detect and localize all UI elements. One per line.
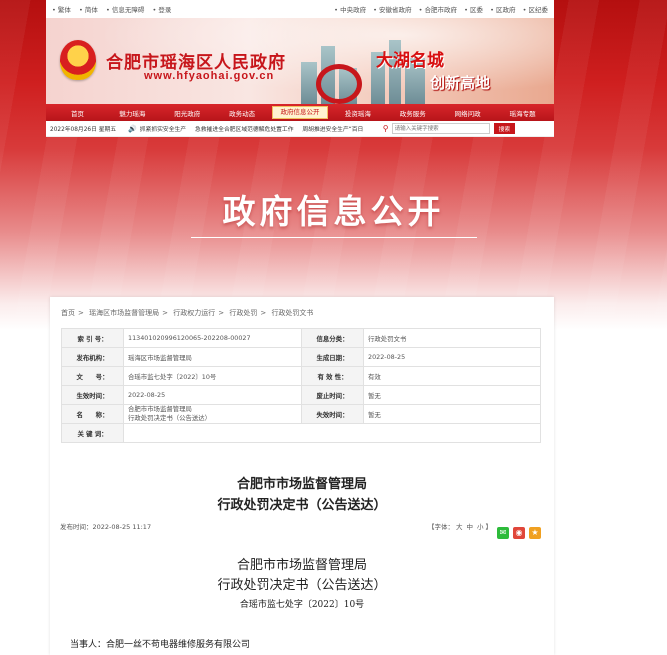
link-central-gov[interactable]: • 中央政府 xyxy=(334,6,366,14)
link-accessibility[interactable]: • 信息无障碍 xyxy=(106,6,144,14)
breadcrumb-penalty-doc[interactable]: 行政处罚文书 xyxy=(271,309,313,317)
link-simplified[interactable]: • 简体 xyxy=(79,6,98,14)
gen-date-value: 2022-08-25 xyxy=(363,347,541,367)
link-district-discipline[interactable]: • 区纪委 xyxy=(523,6,548,14)
document-title-line2: 行政处罚决定书（公告送达） xyxy=(217,498,387,513)
category-label: 信息分类： xyxy=(301,328,364,348)
slogan-secondary: 创新高地 xyxy=(430,74,491,92)
nav-special-topics[interactable]: 瑶海专题 xyxy=(495,108,550,118)
link-hefei-gov[interactable]: • 合肥市政府 xyxy=(419,6,457,14)
weibo-icon[interactable]: ◉ xyxy=(513,527,525,539)
party-statement: 当事人：合肥一丝不苟电器维修服务有限公司 xyxy=(70,640,251,650)
nav-gov-services[interactable]: 政务服务 xyxy=(385,108,440,118)
main-navigation: 首页 魅力瑶海 阳光政府 政务动态 政府信息公开 投资瑶海 政务服务 网络问政 … xyxy=(46,104,554,121)
content-card: 首页 > 瑶海区市场监督管理局 > 行政权力运行 > 行政处罚 > 行政处罚文书 索 引… xyxy=(50,297,554,655)
breadcrumb-separator: > xyxy=(218,309,225,317)
news-item[interactable]: 急救摧进全合肥区域范德解危处置工作 xyxy=(195,127,294,133)
nav-online-inquiry[interactable]: 网络问政 xyxy=(440,108,495,118)
nav-gov-news[interactable]: 政务动态 xyxy=(215,108,270,118)
nav-home[interactable]: 首页 xyxy=(50,108,105,118)
body-heading-line2: 行政处罚决定书（公告送达） xyxy=(217,578,387,593)
breadcrumb-home[interactable]: 首页 xyxy=(61,309,75,317)
link-login[interactable]: • 登录 xyxy=(152,6,171,14)
nav-charm-yaohai[interactable]: 魅力瑶海 xyxy=(105,108,160,118)
name-value: 合肥市市场监督管理局 行政处罚决定书（公告送达） xyxy=(123,404,302,424)
breadcrumb: 首页 > 瑶海区市场监督管理局 > 行政权力运行 > 行政处罚 > 行政处罚文书 xyxy=(61,308,313,318)
national-emblem-icon xyxy=(60,40,96,80)
nav-sunshine-gov[interactable]: 阳光政府 xyxy=(160,108,215,118)
name-value-line1: 合肥市市场监督管理局 xyxy=(128,405,192,413)
font-size-bracket-close: 】 xyxy=(485,523,493,531)
link-anhui-gov[interactable]: • 安徽省政府 xyxy=(373,6,411,14)
search-icon: ⚲ xyxy=(382,124,389,133)
link-district-gov[interactable]: • 区政府 xyxy=(490,6,515,14)
wechat-icon[interactable]: ✉ xyxy=(497,527,509,539)
font-small-button[interactable]: 小 xyxy=(477,523,484,531)
metadata-table: 索 引 号： 113401020996120065-202208-00027 信… xyxy=(61,328,541,443)
keywords-label: 关 键 词： xyxy=(61,423,124,443)
speaker-icon: 🔊 xyxy=(128,124,137,133)
effective-label: 生效时间： xyxy=(61,385,124,405)
index-label: 索 引 号： xyxy=(61,328,124,348)
index-value: 113401020996120065-202208-00027 xyxy=(123,328,302,348)
breadcrumb-penalty[interactable]: 行政处罚 xyxy=(229,309,257,317)
abolish-label: 废止时间： xyxy=(301,385,364,405)
breadcrumb-separator: > xyxy=(260,309,267,317)
body-document-number: 合瑶市监七处字〔2022〕10号 xyxy=(239,600,365,610)
expire-value: 暂无 xyxy=(363,404,541,424)
share-buttons: ✉ ◉ ★ xyxy=(497,527,541,539)
search-button[interactable]: 搜索 xyxy=(493,123,516,134)
keywords-value xyxy=(123,423,541,443)
link-district-committee[interactable]: • 区委 xyxy=(464,6,483,14)
title-underline xyxy=(190,237,477,238)
body-heading-line1: 合肥市市场监督管理局 xyxy=(236,558,367,573)
section-title: 政府信息公开 xyxy=(222,192,445,231)
document-title-line1: 合肥市市场监督管理局 xyxy=(236,477,367,492)
name-label: 名 称： xyxy=(61,404,124,424)
category-value: 行政处罚文书 xyxy=(363,328,541,348)
font-large-button[interactable]: 大 xyxy=(456,523,463,531)
font-size-bracket-open: 【字体： xyxy=(428,523,454,531)
publisher-label: 发布机构： xyxy=(61,347,124,367)
abolish-value: 暂无 xyxy=(363,385,541,405)
name-value-line2: 行政处罚决定书（公告送达） xyxy=(128,414,212,422)
search-input[interactable] xyxy=(391,123,490,134)
link-traditional[interactable]: • 繁体 xyxy=(52,6,71,14)
breadcrumb-separator: > xyxy=(162,309,168,317)
expire-label: 失效时间： xyxy=(301,404,364,424)
breadcrumb-separator: > xyxy=(78,309,84,317)
docno-label: 文 号： xyxy=(61,366,124,386)
publisher-value: 瑶海区市场监督管理局 xyxy=(123,347,302,367)
effective-value: 2022-08-25 xyxy=(123,385,302,405)
font-size-switcher: 【字体：大中小】 xyxy=(428,521,492,531)
docno-value: 合瑶市监七处字〔2022〕10号 xyxy=(123,366,302,386)
top-utility-bar: • 繁体 • 简体 • 信息无障碍 • 登录 • 中央政府 • 安徽省政府 • … xyxy=(46,0,554,18)
breadcrumb-bureau[interactable]: 瑶海区市场监督管理局 xyxy=(89,309,159,317)
slogan-primary: 大湖名城 xyxy=(376,51,444,71)
site-header: • 繁体 • 简体 • 信息无障碍 • 登录 • 中央政府 • 安徽省政府 • … xyxy=(46,0,554,137)
validity-label: 有 效 性： xyxy=(301,366,364,386)
breadcrumb-power[interactable]: 行政权力运行 xyxy=(173,309,215,317)
site-banner: 合肥市瑶海区人民政府 www.hfyaohai.gov.cn 大湖名城 创新高地 xyxy=(46,18,554,104)
nav-investment[interactable]: 投资瑶海 xyxy=(330,108,385,118)
news-ticker: 抓紧抓实安全生产 急救摧进全合肥区域范德解危处置工作 周胡推进安全生产“百日 xyxy=(140,124,383,133)
gen-date-label: 生成日期： xyxy=(301,347,364,367)
current-date: 2022年08月26日 星期五 xyxy=(50,127,117,133)
sculpture-image xyxy=(316,64,362,104)
news-item[interactable]: 周胡推进安全生产“百日 xyxy=(302,127,363,133)
section-hero: 政府信息公开 xyxy=(0,185,667,238)
info-bar: 2022年08月26日 星期五 🔊 抓紧抓实安全生产 急救摧进全合肥区域范德解危… xyxy=(46,121,554,137)
publish-time: 发布时间：2022-08-25 11:17 xyxy=(60,523,152,531)
favorite-icon[interactable]: ★ xyxy=(529,527,541,539)
site-url: www.hfyaohai.gov.cn xyxy=(144,70,275,82)
font-medium-button[interactable]: 中 xyxy=(467,523,474,531)
validity-value: 有效 xyxy=(363,366,541,386)
news-item[interactable]: 抓紧抓实安全生产 xyxy=(140,127,186,133)
nav-info-disclosure[interactable]: 政府信息公开 xyxy=(271,106,329,119)
